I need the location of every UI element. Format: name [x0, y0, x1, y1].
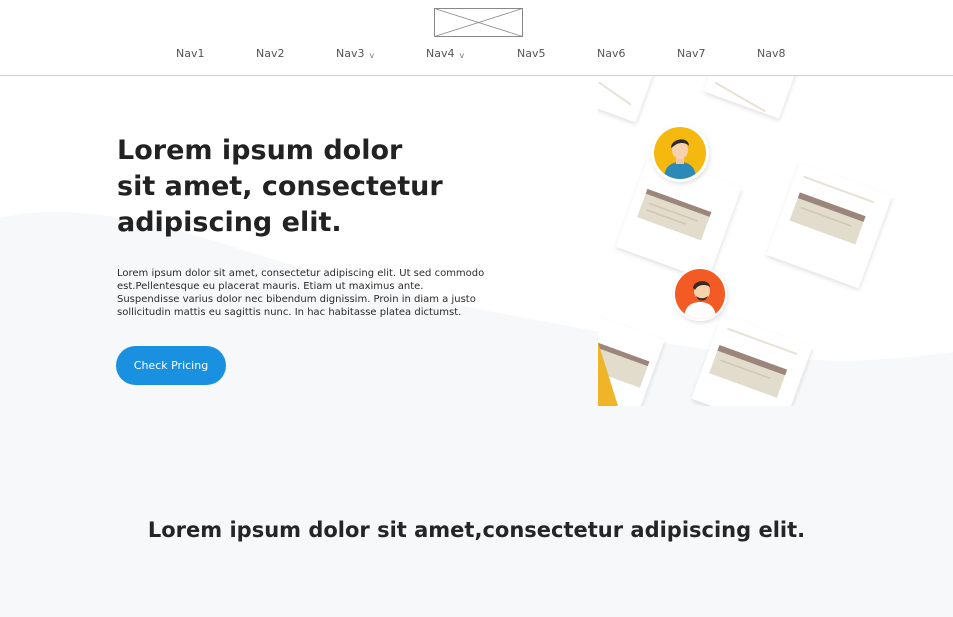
main-nav: Nav1 Nav2 Nav3 v Nav4 v Nav5 Nav6 Nav7 Nav…: [0, 47, 953, 65]
nav-item-2[interactable]: Nav2: [256, 47, 284, 60]
nav-label: Nav5: [517, 47, 546, 60]
user-avatar-icon: [673, 267, 727, 321]
hero-illustration: [598, 76, 893, 406]
nav-label: Nav4: [426, 47, 455, 60]
nav-item-7[interactable]: Nav7: [677, 47, 705, 60]
hero-description: Lorem ipsum dolor sit amet, consectetur …: [117, 268, 485, 318]
document-card: [691, 314, 813, 406]
nav-item-4[interactable]: Nav4 v: [426, 47, 464, 60]
nav-item-1[interactable]: Nav1: [176, 47, 204, 60]
nav-label: Nav2: [256, 47, 285, 60]
nav-label: Nav8: [757, 47, 786, 60]
hero-title: Lorem ipsum dolor sit amet, consectetur …: [117, 135, 443, 238]
document-card: [598, 76, 665, 123]
site-header: Nav1 Nav2 Nav3 v Nav4 v Nav5 Nav6 Nav7 Nav…: [0, 0, 953, 76]
section-title: Lorem ipsum dolor sit amet,consectetur a…: [147, 518, 806, 542]
nav-label: Nav3: [336, 47, 365, 60]
nav-label: Nav6: [597, 47, 626, 60]
document-card: [766, 162, 893, 289]
user-avatar-icon: [651, 124, 709, 182]
logo-placeholder-icon[interactable]: [434, 8, 523, 37]
nav-item-3[interactable]: Nav3 v: [336, 47, 374, 60]
chevron-down-icon: v: [459, 51, 465, 60]
document-card: [703, 76, 803, 119]
chevron-down-icon: v: [369, 51, 375, 60]
nav-item-5[interactable]: Nav5: [517, 47, 545, 60]
nav-item-8[interactable]: Nav8: [757, 47, 785, 60]
nav-label: Nav1: [176, 47, 205, 60]
nav-item-6[interactable]: Nav6: [597, 47, 625, 60]
nav-label: Nav7: [677, 47, 706, 60]
check-pricing-button[interactable]: Check Pricing: [116, 346, 226, 385]
